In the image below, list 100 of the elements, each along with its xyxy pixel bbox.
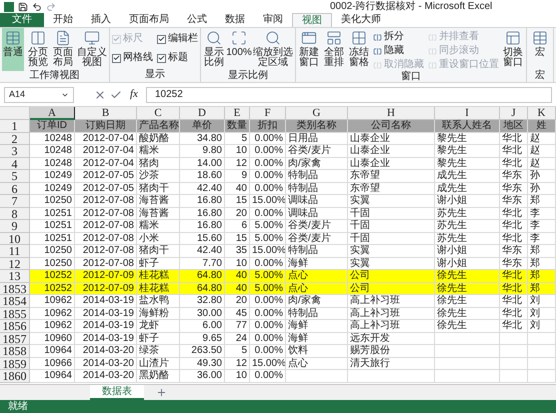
column-header[interactable]: I <box>435 107 500 120</box>
empty-cell <box>528 370 556 382</box>
table-cell: 9.65 <box>180 332 225 345</box>
table-cell: 2012-07-09 <box>75 282 137 295</box>
empty-cell <box>435 345 500 358</box>
table-cell: 5.00% <box>250 220 286 232</box>
table-cell: 64.80 <box>180 282 225 295</box>
row-header[interactable]: 1859 <box>0 358 30 370</box>
empty-cell <box>528 358 556 370</box>
row-header[interactable]: 1855 <box>0 308 30 320</box>
table-cell: 12 <box>225 358 250 370</box>
table-cell: 徐先生 <box>435 308 500 320</box>
ribbon-tab[interactable]: 页面布局 <box>120 13 178 27</box>
row-header[interactable]: 1856 <box>0 320 30 332</box>
add-sheet-icon[interactable] <box>156 387 167 398</box>
table-cell: 12 <box>225 158 250 170</box>
ribbon-tab[interactable]: 审阅 <box>254 13 292 27</box>
column-header[interactable]: H <box>348 107 435 120</box>
file-tab[interactable]: 文件 <box>0 13 44 27</box>
column-header[interactable]: B <box>75 107 137 120</box>
row-header[interactable]: 9 <box>0 220 30 232</box>
row-header[interactable]: 13 <box>0 270 30 282</box>
name-box[interactable]: A14 <box>4 86 74 102</box>
ribbon-checkbox[interactable]: 标题 <box>157 51 198 65</box>
ribbon-tab[interactable]: 美化大师 <box>332 13 390 27</box>
ribbon-button[interactable]: 页面布局 <box>52 28 74 71</box>
row-header[interactable]: 1 <box>0 120 30 132</box>
ribbon-icon <box>351 30 367 46</box>
ribbon-small-button[interactable]: 拆分 <box>373 30 424 44</box>
row-header[interactable]: 1860 <box>0 370 30 382</box>
table-cell: 华北 <box>500 295 528 308</box>
ribbon-button[interactable]: 切换窗口 <box>502 28 524 71</box>
column-header[interactable]: A <box>30 107 75 120</box>
ribbon-button[interactable]: 分页预览 <box>27 28 49 71</box>
window-icon <box>373 32 382 42</box>
table-cell: 5.00% <box>250 270 286 282</box>
column-header[interactable]: K <box>528 107 556 120</box>
ribbon-checkbox[interactable]: 编辑栏 <box>157 32 198 46</box>
column-header[interactable]: E <box>225 107 250 120</box>
table-cell: 2014-03-19 <box>75 320 137 332</box>
row-header[interactable]: 8 <box>0 208 30 220</box>
row-header[interactable]: 1858 <box>0 345 30 358</box>
table-cell: 40 <box>225 270 250 282</box>
row-header[interactable]: 1854 <box>0 295 30 308</box>
cancel-icon[interactable] <box>94 88 106 100</box>
row-header[interactable]: 11 <box>0 245 30 258</box>
row-header[interactable]: 6 <box>0 182 30 195</box>
table-cell: 糯米 <box>137 220 180 232</box>
ribbon-button[interactable]: 宏 <box>529 28 551 71</box>
table-cell: 2012-07-08 <box>75 245 137 258</box>
ribbon-button[interactable]: 缩放到选定区域 <box>253 28 293 71</box>
ribbon-tab[interactable]: 插入 <box>82 13 120 27</box>
ribbon-button[interactable]: 冻结窗格 <box>348 28 370 71</box>
formula-field[interactable]: 10252 <box>146 86 552 102</box>
row-header[interactable]: 12 <box>0 258 30 270</box>
save-icon[interactable] <box>18 2 28 12</box>
row-header[interactable]: 4 <box>0 158 30 170</box>
redo-icon[interactable] <box>46 2 56 12</box>
ribbon-checkbox[interactable]: 网格线 <box>112 51 153 65</box>
ribbon-button[interactable]: 显示比例 <box>203 28 225 71</box>
row-header[interactable]: 7 <box>0 195 30 208</box>
row-header[interactable]: 1853 <box>0 282 30 295</box>
table-cell: 5 <box>225 345 250 358</box>
column-header[interactable]: D <box>180 107 225 120</box>
table-cell: 16.80 <box>180 220 225 232</box>
table-cell: 10249 <box>30 182 75 195</box>
column-header[interactable]: F <box>250 107 286 120</box>
ribbon-button[interactable]: 普通 <box>2 28 24 71</box>
table-cell: 华北 <box>500 282 528 295</box>
row-header[interactable]: 3 <box>0 145 30 158</box>
sheet-tab[interactable]: 数据表 <box>90 385 144 400</box>
ribbon-tab[interactable]: 公式 <box>178 13 216 27</box>
table-cell: 苏先生 <box>435 232 500 245</box>
column-header[interactable]: G <box>286 107 348 120</box>
column-header[interactable]: C <box>137 107 180 120</box>
row-header[interactable]: 5 <box>0 170 30 182</box>
table-cell: 49.30 <box>180 358 225 370</box>
table-cell: 16.80 <box>180 208 225 220</box>
table-cell: 赵 <box>528 145 556 158</box>
table-cell: 苏先生 <box>435 220 500 232</box>
ribbon-button[interactable]: 100% <box>228 28 250 71</box>
enter-icon[interactable] <box>110 88 122 100</box>
undo-icon[interactable] <box>32 2 42 12</box>
ribbon-small-button[interactable]: 隐藏 <box>373 44 424 58</box>
ribbon-group-label: 工作簿视图 <box>28 71 80 82</box>
ribbon-tab[interactable]: 数据 <box>216 13 254 27</box>
ribbon-tab[interactable]: 视图 <box>292 13 332 27</box>
row-header[interactable]: 2 <box>0 132 30 145</box>
ribbon-button[interactable]: 全部重排 <box>323 28 345 71</box>
ribbon-button[interactable]: 新建窗口 <box>298 28 320 71</box>
ribbon-button[interactable]: 自定义视图 <box>77 28 107 71</box>
column-header[interactable]: J <box>500 107 528 120</box>
row-header[interactable]: 1857 <box>0 332 30 345</box>
table-cell: 0.00% <box>250 182 286 195</box>
empty-cell <box>500 332 528 345</box>
function-button[interactable]: fx <box>126 86 142 103</box>
ribbon-tab[interactable]: 开始 <box>44 13 82 27</box>
table-cell: 34.80 <box>180 132 225 145</box>
table-cell: 10960 <box>30 332 75 345</box>
row-header[interactable]: 10 <box>0 232 30 245</box>
